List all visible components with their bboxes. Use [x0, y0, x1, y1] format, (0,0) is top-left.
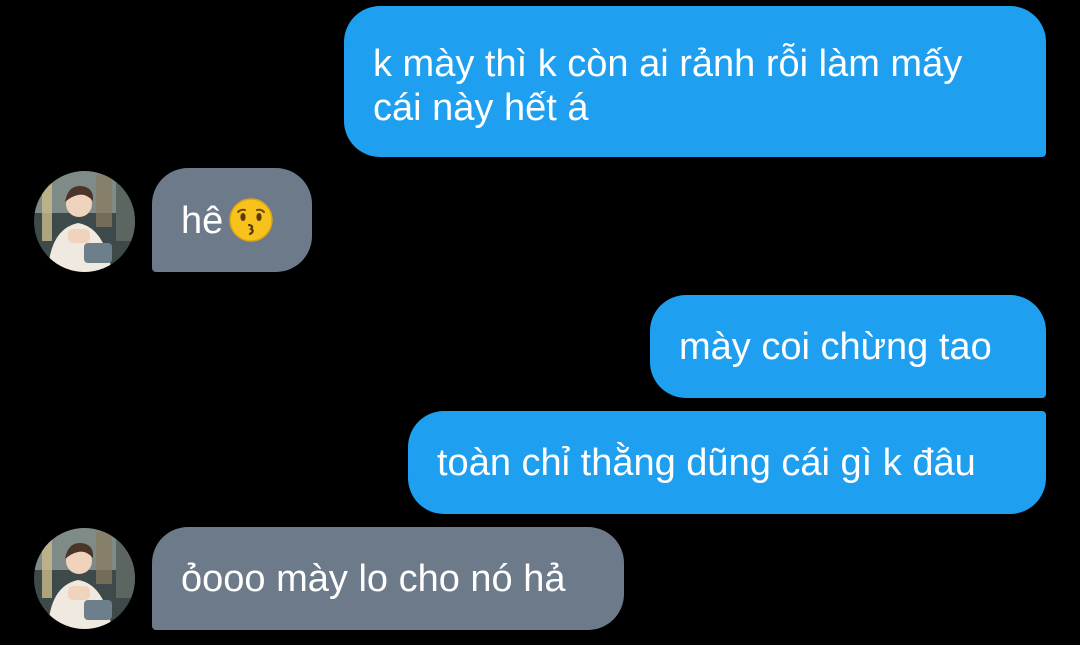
message-bubble-outgoing[interactable]: mày coi chừng tao — [650, 295, 1046, 398]
message-bubble-outgoing[interactable]: toàn chỉ thằng dũng cái gì k đâu — [408, 411, 1046, 514]
message-text: toàn chỉ thằng dũng cái gì k đâu — [437, 442, 976, 484]
kissing-face-icon — [229, 198, 274, 242]
message-text: hê — [181, 200, 224, 242]
message-bubble-incoming[interactable]: ỏooo mày lo cho nó hả — [152, 527, 624, 630]
message-bubble-outgoing[interactable]: k mày thì k còn ai rảnh rỗi làm mấy cái … — [344, 6, 1046, 157]
message-bubble-incoming[interactable]: hê — [152, 168, 312, 272]
message-text: k mày thì k còn ai rảnh rỗi làm mấy cái … — [373, 43, 963, 129]
avatar[interactable] — [34, 528, 135, 629]
message-text: ỏooo mày lo cho nó hả — [181, 558, 566, 600]
message-text: mày coi chừng tao — [679, 326, 992, 368]
avatar[interactable] — [34, 171, 135, 272]
